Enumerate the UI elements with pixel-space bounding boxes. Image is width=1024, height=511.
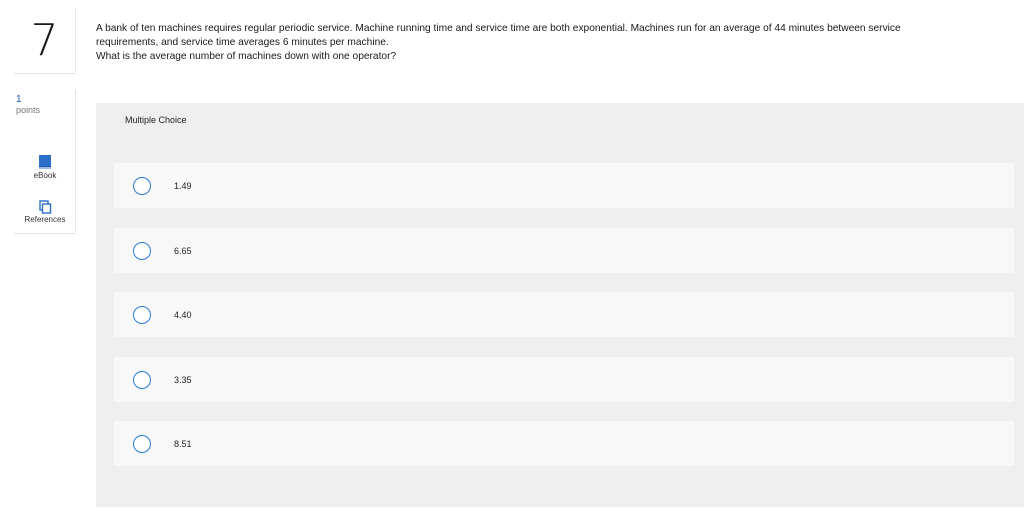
documents-icon bbox=[39, 200, 52, 214]
references-label: References bbox=[24, 215, 66, 224]
answer-option-1[interactable]: 1.49 bbox=[114, 163, 1014, 208]
radio-button[interactable] bbox=[133, 241, 151, 260]
question-number: 7 bbox=[14, 8, 76, 74]
book-icon bbox=[39, 155, 51, 169]
radio-button[interactable] bbox=[133, 176, 151, 195]
question-text-line-2: requirements, and service time averages … bbox=[96, 37, 389, 48]
answer-option-label: 3.35 bbox=[174, 374, 192, 385]
answer-option-label: 8.51 bbox=[174, 438, 192, 449]
question-sidebar: 7 1 points eBook References bbox=[14, 8, 76, 234]
question-tools-panel: 1 points eBook References bbox=[14, 90, 76, 234]
answer-option-label: 1.49 bbox=[174, 180, 192, 191]
radio-button[interactable] bbox=[133, 305, 151, 324]
answer-option-4[interactable]: 3.35 bbox=[114, 357, 1014, 402]
answer-option-5[interactable]: 8.51 bbox=[114, 421, 1014, 466]
answer-option-label: 4.40 bbox=[174, 309, 192, 320]
question-text-line-1: A bank of ten machines requires regular … bbox=[96, 23, 901, 34]
answer-option-label: 6.65 bbox=[174, 245, 192, 256]
points-value: 1 bbox=[16, 94, 22, 105]
ebook-button[interactable]: eBook bbox=[14, 154, 76, 180]
answer-option-2[interactable]: 6.65 bbox=[114, 228, 1014, 273]
multiple-choice-panel: Multiple Choice 1.49 6.65 4.40 3.35 8.51 bbox=[96, 103, 1024, 507]
answer-option-3[interactable]: 4.40 bbox=[114, 292, 1014, 337]
question-text-line-3: What is the average number of machines d… bbox=[96, 51, 397, 62]
radio-button[interactable] bbox=[133, 434, 151, 453]
question-prompt: A bank of ten machines requires regular … bbox=[96, 22, 1016, 64]
points-label: points bbox=[16, 105, 41, 115]
references-button[interactable]: References bbox=[14, 200, 76, 224]
ebook-label: eBook bbox=[33, 171, 57, 180]
multiple-choice-header: Multiple Choice bbox=[125, 115, 187, 125]
radio-button[interactable] bbox=[133, 370, 151, 389]
